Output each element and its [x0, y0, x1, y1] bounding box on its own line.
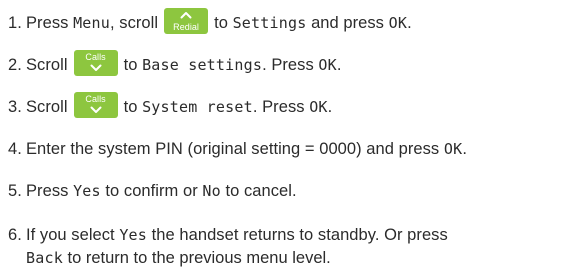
step-text: Press: [26, 182, 74, 200]
chevron-down-icon: [90, 64, 102, 71]
display-term-base-settings: Base settings: [142, 56, 263, 74]
step-text: to: [123, 98, 143, 116]
step-text: If you select: [26, 226, 120, 244]
step-text: Press: [26, 14, 74, 32]
step-text: .: [327, 98, 333, 116]
step-6: 6. If you select Yes the handset returns …: [8, 224, 448, 246]
step-text: . Press: [262, 56, 319, 74]
redial-key: Redial: [164, 8, 209, 34]
step-text: to: [214, 14, 233, 32]
display-term-yes: Yes: [73, 182, 101, 200]
step-3: 3. Scroll Calls to System reset. Press OK.: [8, 92, 332, 118]
step-number: 2.: [8, 56, 22, 74]
display-term-ok: OK: [318, 56, 337, 74]
step-text: , scroll: [110, 14, 159, 32]
step-text: Enter the system PIN (original setting =…: [26, 140, 444, 158]
display-term-menu: Menu: [73, 14, 110, 32]
display-term-no: No: [202, 182, 221, 200]
chevron-up-icon: [180, 12, 192, 19]
step-number: 6.: [8, 226, 22, 244]
calls-key-label: Calls: [85, 94, 106, 104]
display-term-ok: OK: [388, 14, 408, 32]
step-text: the handset returns to standby. Or press: [147, 226, 448, 244]
display-term-back: Back: [26, 249, 63, 267]
step-text: .: [462, 140, 467, 158]
step-text: Scroll: [26, 98, 68, 116]
step-text: .: [336, 56, 342, 74]
step-text: and press: [306, 14, 389, 32]
step-number: 3.: [8, 98, 22, 116]
step-5: 5. Press Yes to confirm or No to cancel.: [8, 180, 297, 202]
redial-key-label: Redial: [173, 22, 199, 32]
display-term-ok: OK: [309, 98, 328, 116]
step-2: 2. Scroll Calls to Base settings. Press OK.: [8, 50, 342, 76]
display-term-yes: Yes: [119, 226, 148, 244]
chevron-down-icon: [90, 106, 102, 113]
step-text: to confirm or: [100, 182, 203, 200]
calls-key: Calls: [73, 92, 118, 118]
step-text: .: [407, 14, 412, 32]
step-number: 4.: [8, 140, 22, 158]
step-6-continuation: Back to return to the previous menu leve…: [26, 247, 331, 269]
display-term-ok: OK: [443, 140, 463, 158]
calls-key-label: Calls: [85, 52, 106, 62]
step-text: to cancel.: [220, 182, 297, 200]
step-text: to: [123, 56, 143, 74]
step-4: 4. Enter the system PIN (original setting…: [8, 138, 467, 160]
step-number: 5.: [8, 182, 22, 200]
display-term-settings: Settings: [232, 14, 307, 32]
step-text: . Press: [252, 98, 310, 116]
calls-key: Calls: [73, 50, 118, 76]
step-1: 1. Press Menu, scroll Redial to Settings an…: [8, 8, 412, 34]
step-text: to return to the previous menu level.: [62, 249, 331, 267]
step-number: 1.: [8, 14, 22, 32]
step-text: Scroll: [26, 56, 68, 74]
display-term-system-reset: System reset: [142, 98, 253, 116]
